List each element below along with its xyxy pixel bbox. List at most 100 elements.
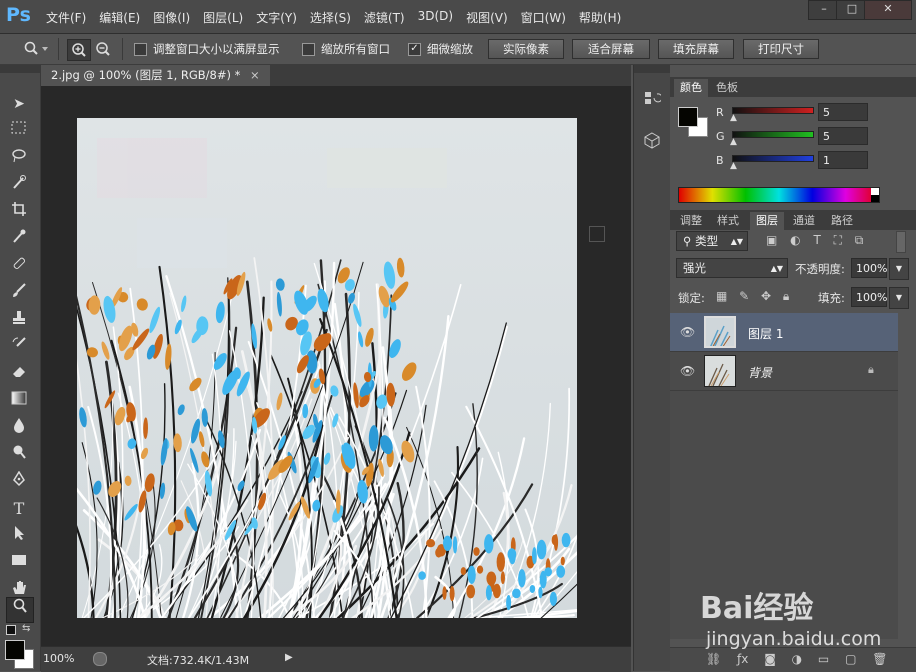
swap-colors-icon[interactable]: ⇆ bbox=[22, 623, 30, 634]
tab-color[interactable]: 颜色 bbox=[674, 79, 708, 97]
fill-input[interactable]: 100% bbox=[851, 287, 887, 307]
layer-filter-dropdown[interactable]: ⚲ 类型 ▲▼ bbox=[676, 231, 748, 251]
status-menu-icon[interactable] bbox=[93, 652, 107, 666]
photoshop-logo: Ps bbox=[6, 4, 31, 26]
menu-file[interactable]: 文件(F) bbox=[46, 9, 86, 26]
move-tool-icon[interactable]: ➤ bbox=[8, 93, 30, 115]
layer-row-background[interactable]: 👁︎ 背景 🔒︎ bbox=[670, 352, 898, 391]
lasso-tool-icon[interactable] bbox=[8, 147, 30, 169]
document-tab-close-icon[interactable]: × bbox=[250, 68, 260, 82]
brush-tool-icon[interactable] bbox=[8, 282, 30, 304]
fit-screen-button[interactable]: 适合屏幕 bbox=[572, 39, 650, 59]
type-tool-icon[interactable]: T bbox=[8, 498, 30, 520]
document-tab[interactable]: 2.jpg @ 100% (图层 1, RGB/8#) * × bbox=[41, 65, 270, 86]
menu-items: 文件(F) 编辑(E) 图像(I) 图层(L) 文字(Y) 选择(S) 滤镜(T… bbox=[46, 9, 634, 26]
visibility-eye-icon[interactable]: 👁︎ bbox=[680, 364, 695, 378]
tools-panel-header[interactable] bbox=[0, 65, 40, 73]
reed-bloom bbox=[443, 535, 452, 551]
color-panel-foreground-swatch[interactable] bbox=[678, 107, 698, 127]
menu-layer[interactable]: 图层(L) bbox=[203, 9, 243, 26]
tab-swatches[interactable]: 色板 bbox=[710, 79, 744, 97]
blend-mode-dropdown[interactable]: 强光 ▲▼ bbox=[676, 258, 788, 278]
scrubby-zoom-option[interactable]: ✓ 细微缩放 bbox=[408, 41, 473, 57]
channel-slider-r[interactable] bbox=[732, 107, 814, 114]
tab-paths[interactable]: 路径 bbox=[825, 212, 859, 230]
menu-help[interactable]: 帮助(H) bbox=[579, 9, 621, 26]
crop-tool-icon[interactable] bbox=[8, 201, 30, 223]
menu-view[interactable]: 视图(V) bbox=[466, 9, 508, 26]
menu-3d[interactable]: 3D(D) bbox=[418, 9, 453, 26]
channel-value-r[interactable]: 5 bbox=[818, 103, 868, 121]
actual-pixels-button[interactable]: 实际像素 bbox=[488, 39, 564, 59]
layers-scrollbar[interactable] bbox=[898, 313, 916, 639]
visibility-eye-icon[interactable]: 👁︎ bbox=[680, 325, 695, 339]
opacity-input[interactable]: 100% bbox=[851, 258, 887, 278]
channel-slider-g[interactable] bbox=[732, 131, 814, 138]
lock-option-icons[interactable]: ▦ ✎ ✥ 🔒︎ bbox=[716, 289, 789, 304]
resize-windows-option[interactable]: 调整窗口大小以满屏显示 bbox=[134, 41, 280, 57]
slider-handle-icon[interactable]: ▲ bbox=[730, 113, 737, 123]
spectrum-black-white[interactable] bbox=[871, 188, 879, 202]
color-spectrum-ramp[interactable] bbox=[678, 187, 880, 203]
dock-header[interactable] bbox=[634, 65, 670, 73]
scrubby-zoom-checkbox[interactable]: ✓ bbox=[408, 43, 421, 56]
blur-tool-icon[interactable] bbox=[8, 417, 30, 439]
fill-dropdown-icon[interactable]: ▼ bbox=[889, 287, 909, 309]
filter-toggle-switch[interactable] bbox=[896, 231, 906, 253]
eyedropper-tool-icon[interactable] bbox=[8, 228, 30, 250]
zoom-level[interactable]: 100% bbox=[43, 652, 74, 665]
history-panel-icon[interactable] bbox=[643, 89, 663, 107]
layers-footer-icons[interactable]: ⛓ ƒx ◙ ◑ ▭ ▢ 🗑︎ bbox=[706, 652, 887, 666]
path-selection-tool-icon[interactable] bbox=[8, 525, 30, 547]
quick-selection-tool-icon[interactable] bbox=[8, 174, 30, 196]
reed-bloom bbox=[473, 547, 480, 556]
3d-panel-icon[interactable] bbox=[643, 131, 661, 149]
dodge-tool-icon[interactable] bbox=[8, 444, 30, 466]
zoom-out-button[interactable] bbox=[92, 39, 114, 59]
tab-channels[interactable]: 通道 bbox=[787, 212, 821, 230]
document-canvas[interactable] bbox=[77, 118, 577, 618]
status-expand-icon[interactable]: ▶ bbox=[285, 652, 293, 663]
menu-image[interactable]: 图像(I) bbox=[153, 9, 190, 26]
print-size-button[interactable]: 打印尺寸 bbox=[743, 39, 819, 59]
opacity-dropdown-icon[interactable]: ▼ bbox=[889, 258, 909, 280]
zoom-all-windows-option[interactable]: 缩放所有窗口 bbox=[302, 41, 390, 57]
menu-type[interactable]: 文字(Y) bbox=[256, 9, 297, 26]
default-colors-icon[interactable] bbox=[6, 625, 16, 635]
fill-screen-button[interactable]: 填充屏幕 bbox=[658, 39, 734, 59]
layer-name[interactable]: 背景 bbox=[748, 364, 772, 381]
gradient-tool-icon[interactable] bbox=[8, 390, 30, 412]
rectangle-tool-icon[interactable] bbox=[8, 552, 30, 574]
reed-bloom bbox=[556, 565, 566, 578]
zoom-tool-icon[interactable] bbox=[6, 597, 34, 623]
slider-handle-icon[interactable]: ▲ bbox=[730, 161, 737, 171]
layer-filter-icons[interactable]: ▣ ◐ T ⛶ ⧉ bbox=[766, 233, 863, 248]
layer-name[interactable]: 图层 1 bbox=[748, 325, 783, 342]
tab-styles[interactable]: 样式 bbox=[711, 212, 745, 230]
tab-layers[interactable]: 图层 bbox=[750, 212, 784, 230]
reed-bloom bbox=[496, 552, 505, 572]
menu-select[interactable]: 选择(S) bbox=[310, 9, 351, 26]
zoom-tool-preset-picker[interactable] bbox=[22, 40, 52, 58]
close-button[interactable]: ✕ bbox=[864, 0, 912, 20]
foreground-color-swatch[interactable] bbox=[5, 640, 25, 660]
slider-handle-icon[interactable]: ▲ bbox=[730, 137, 737, 147]
clone-stamp-tool-icon[interactable] bbox=[8, 309, 30, 331]
zoom-all-windows-checkbox[interactable] bbox=[302, 43, 315, 56]
marquee-tool-icon[interactable] bbox=[8, 120, 30, 142]
layer-row-layer-1[interactable]: 👁︎ 图层 1 bbox=[670, 313, 898, 352]
watermark-brand: Bai经验 bbox=[700, 591, 814, 626]
menu-filter[interactable]: 滤镜(T) bbox=[364, 9, 405, 26]
zoom-in-button[interactable] bbox=[67, 39, 91, 61]
tab-adjustments[interactable]: 调整 bbox=[674, 212, 708, 230]
eraser-tool-icon[interactable] bbox=[8, 363, 30, 385]
healing-brush-tool-icon[interactable] bbox=[8, 255, 30, 277]
pen-tool-icon[interactable] bbox=[8, 470, 30, 493]
channel-slider-b[interactable] bbox=[732, 155, 814, 162]
channel-value-b[interactable]: 1 bbox=[818, 151, 868, 169]
resize-windows-checkbox[interactable] bbox=[134, 43, 147, 56]
menu-window[interactable]: 窗口(W) bbox=[521, 9, 566, 26]
channel-value-g[interactable]: 5 bbox=[818, 127, 868, 145]
menu-edit[interactable]: 编辑(E) bbox=[99, 9, 140, 26]
history-brush-tool-icon[interactable] bbox=[8, 336, 30, 358]
